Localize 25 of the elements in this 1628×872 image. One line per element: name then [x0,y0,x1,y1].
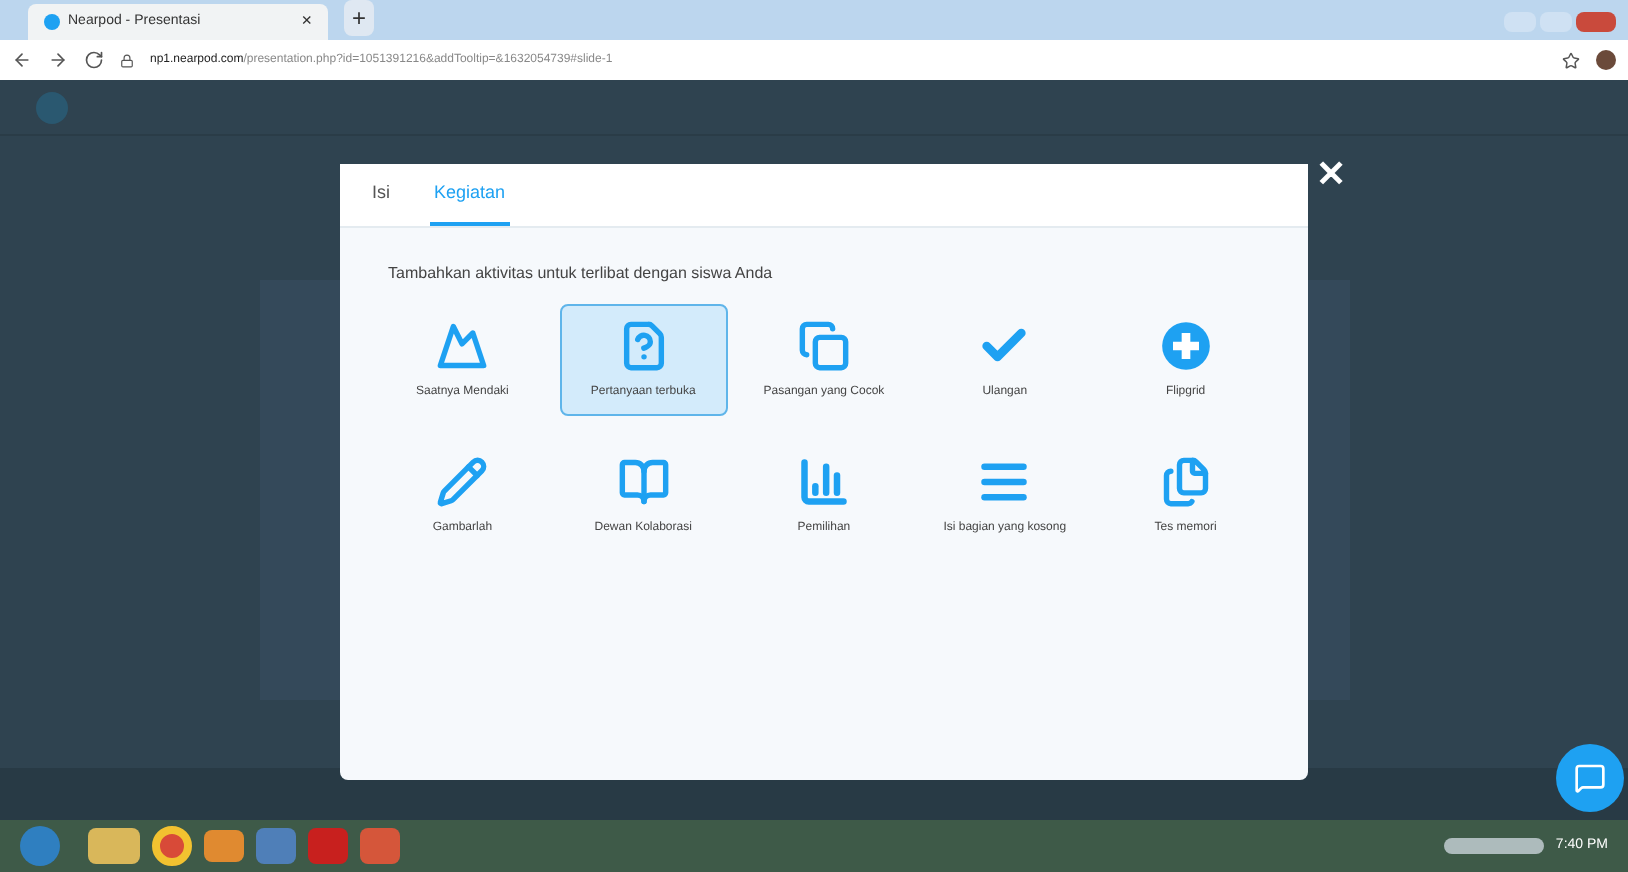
tray-icons-drawing [1443,838,1544,854]
bookmark-star-icon[interactable] [1562,51,1580,69]
window-controls-drawing [1504,12,1616,32]
new-tab-button[interactable]: + [344,0,375,36]
pencil-icon [436,455,489,507]
pair-cards-icon [797,319,850,371]
forward-icon[interactable] [48,50,68,70]
modal-heading: Tambahkan aktivitas untuk terlibat dengan siswa Anda [388,262,775,286]
cards-icon [1159,455,1212,507]
bar-chart-icon [797,455,850,507]
nearpod-favicon-icon [44,14,60,30]
chat-icon [1574,762,1606,794]
tab-close-button[interactable]: × [301,8,312,36]
modal-tab[interactable]: Isi [368,179,394,226]
board-icon [617,455,670,507]
lock-icon [120,53,134,67]
close-button[interactable]: ✕ [1316,156,1346,192]
start-orb-icon[interactable] [20,826,60,866]
chat-button[interactable] [1556,744,1624,812]
back-icon[interactable] [12,50,32,70]
reload-icon[interactable] [84,50,104,70]
plus-circle-icon [1159,319,1212,371]
nearpod-logo-icon [36,91,68,123]
mountain-icon [436,319,489,371]
profile-avatar[interactable] [1596,50,1616,70]
